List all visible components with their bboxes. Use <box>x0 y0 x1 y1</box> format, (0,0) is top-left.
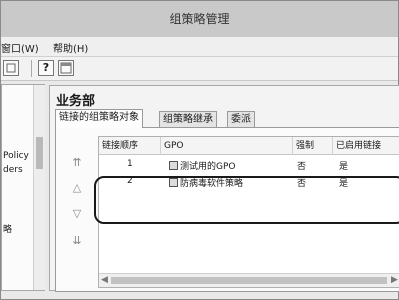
tree-item[interactable]: 略 <box>3 222 12 235</box>
ou-title: 业务部 <box>56 94 96 109</box>
link-enabled-cell: 是 <box>339 179 349 189</box>
table-row[interactable]: 1 测试用的GPO 否 是 <box>99 158 399 174</box>
scroll-right-icon[interactable]: ▶ <box>391 275 398 285</box>
move-top-icon[interactable]: ⇈ <box>70 156 84 170</box>
tree-item[interactable]: Policy <box>3 151 29 161</box>
ou-details-pane: 业务部 链接的组策略对象 组策略继承 委派 ⇈ △ ▽ ⇊ 链接顺序 GPO 强… <box>49 85 399 292</box>
gpo-name: 测试用的GPO <box>180 162 236 172</box>
toolbar: ? <box>1 57 398 81</box>
menu-help[interactable]: 帮助(H) <box>53 40 88 55</box>
column-header-gpo[interactable]: GPO <box>161 137 293 155</box>
linked-gpo-table: 链接顺序 GPO 强制 已启用链接 1 测试用的GPO 否 是 2 防病毒软件策… <box>98 136 399 288</box>
tab-linked-gpos[interactable]: 链接的组策略对象 <box>55 109 143 128</box>
toolbar-separator <box>31 60 32 77</box>
help-icon[interactable]: ? <box>38 60 54 76</box>
gpo-icon <box>169 161 178 170</box>
column-header-link-enabled[interactable]: 已启用链接 <box>333 137 399 155</box>
console-tree[interactable]: Policy ders 略 <box>1 84 45 291</box>
gpo-name: 防病毒软件策略 <box>180 179 244 189</box>
move-down-icon[interactable]: ▽ <box>70 207 84 221</box>
menu-bar: 窗口(W) 帮助(H) <box>1 37 398 57</box>
gpmc-window: 组策略管理 窗口(W) 帮助(H) ? Policy ders 略 业务部 链接… <box>0 0 399 300</box>
link-order-cell: 2 <box>127 176 133 186</box>
gpo-name-cell: 防病毒软件策略 <box>169 176 243 189</box>
table-row[interactable]: 2 防病毒软件策略 否 是 <box>99 175 399 191</box>
column-header-enforced[interactable]: 强制 <box>293 137 333 155</box>
enforced-cell: 否 <box>297 162 307 172</box>
tab-gp-inheritance[interactable]: 组策略继承 <box>159 111 217 127</box>
scroll-left-icon[interactable]: ◀ <box>101 275 108 285</box>
scroll-thumb[interactable] <box>111 277 387 284</box>
link-order-cell: 1 <box>127 159 133 169</box>
move-bottom-icon[interactable]: ⇊ <box>70 234 84 248</box>
tab-delegation[interactable]: 委派 <box>227 111 255 127</box>
tree-item[interactable]: ders <box>3 165 23 175</box>
tree-scrollbar[interactable] <box>33 85 45 290</box>
link-enabled-cell: 是 <box>339 162 349 172</box>
tree-scroll-thumb[interactable] <box>36 137 43 169</box>
refresh-icon[interactable] <box>3 60 19 76</box>
table-horizontal-scrollbar[interactable]: ◀ ▶ <box>99 273 399 287</box>
gpo-name-cell: 测试用的GPO <box>169 159 236 172</box>
column-header-link-order[interactable]: 链接顺序 <box>99 137 161 155</box>
enforced-cell: 否 <box>297 179 307 189</box>
menu-window[interactable]: 窗口(W) <box>1 40 39 55</box>
window-title: 组策略管理 <box>1 1 398 37</box>
linked-gpos-panel: ⇈ △ ▽ ⇊ 链接顺序 GPO 强制 已启用链接 1 测试用的GPO 否 是 … <box>55 127 399 292</box>
gpo-icon <box>169 178 178 187</box>
move-up-icon[interactable]: △ <box>70 181 84 195</box>
properties-icon[interactable] <box>58 60 74 76</box>
